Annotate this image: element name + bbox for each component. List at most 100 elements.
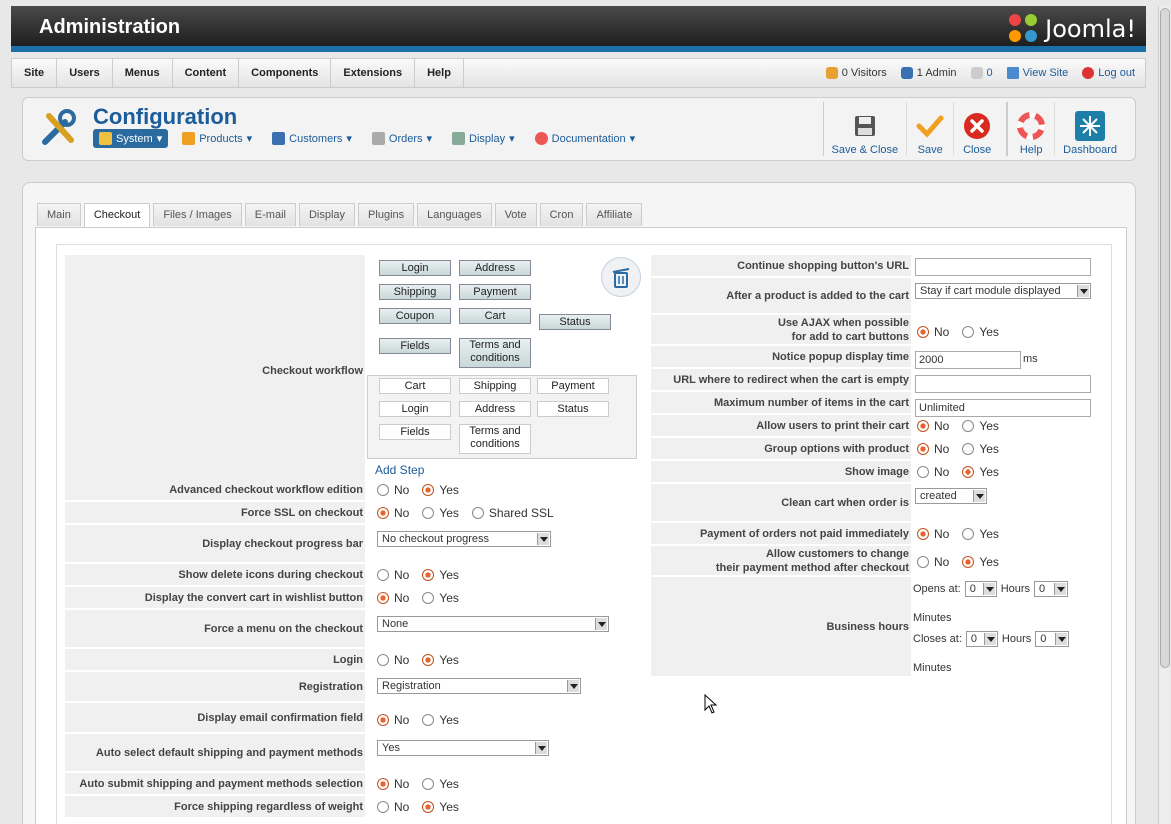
after-add-select[interactable]: Stay if cart module displayed [915,283,1091,299]
save-button[interactable]: Save [906,102,953,156]
group-options-yes[interactable]: Yes [962,442,999,456]
chevron-down-icon [567,680,579,692]
page-scrollbar[interactable] [1158,6,1170,824]
messages-status[interactable]: 0 [970,59,993,87]
change-payment-no[interactable]: No [917,555,949,569]
wf-step-payment[interactable]: Payment [459,284,531,300]
unpaid-orders-yes[interactable]: Yes [962,527,999,541]
tab-plugins[interactable]: Plugins [358,203,415,226]
force-ssl-shared[interactable]: Shared SSL [471,506,554,520]
ajax-yes[interactable]: Yes [962,325,999,339]
advanced-workflow-no[interactable]: No [377,483,409,497]
force-menu-label: Force a menu on the checkout [65,610,365,648]
opens-minute-select[interactable]: 0 [1034,581,1069,597]
save-close-button[interactable]: Save & Close [822,102,907,156]
closes-minute-select[interactable]: 0 [1035,631,1070,647]
login-yes[interactable]: Yes [422,653,459,667]
menu-components[interactable]: Components [239,59,332,87]
subnav-customers[interactable]: Customers ▾ [266,129,358,148]
tab-cron[interactable]: Cron [539,203,584,226]
wf-step-fields[interactable]: Fields [379,338,451,354]
email-confirmation-yes[interactable]: Yes [422,713,459,727]
force-ssl-no[interactable]: No [377,506,409,520]
subnav-documentation[interactable]: Documentation ▾ [529,129,642,148]
logout-link[interactable]: Log out [1082,59,1135,87]
login-no[interactable]: No [377,653,409,667]
tab-display[interactable]: Display [298,203,356,226]
trash-icon[interactable] [601,257,641,297]
auto-submit-yes[interactable]: Yes [422,777,459,791]
add-step-link[interactable]: Add Step [375,463,424,477]
wf-slot-shipping[interactable]: Shipping [459,378,531,394]
delete-icons-no[interactable]: No [377,568,409,582]
help-button[interactable]: Help [1006,102,1054,156]
wf-slot-terms[interactable]: Terms and conditions [459,424,531,454]
menu-menus[interactable]: Menus [113,59,173,87]
continue-url-input[interactable] [915,258,1091,276]
opens-hour-select[interactable]: 0 [964,581,997,597]
email-confirmation-no[interactable]: No [377,713,409,727]
registration-select[interactable]: Registration [377,678,581,694]
view-site-link[interactable]: View Site [1006,59,1068,87]
clean-cart-select[interactable]: created [915,488,987,504]
wf-step-coupon[interactable]: Coupon [379,308,451,324]
print-cart-no[interactable]: No [917,419,949,433]
menu-extensions[interactable]: Extensions [331,59,416,87]
wf-step-shipping[interactable]: Shipping [379,284,451,300]
wf-slot-login[interactable]: Login [379,401,451,417]
advanced-workflow-yes[interactable]: Yes [422,483,459,497]
popup-time-input[interactable]: 2000 [915,351,1021,369]
wf-step-terms[interactable]: Terms and conditions [459,338,531,368]
show-image-yes[interactable]: Yes [962,465,999,479]
print-cart-yes[interactable]: Yes [962,419,999,433]
unpaid-orders-no[interactable]: No [917,527,949,541]
dashboard-button[interactable]: Dashboard [1054,102,1125,156]
tab-affiliate[interactable]: Affiliate [586,203,643,226]
subnav-display[interactable]: Display ▾ [446,129,521,148]
closes-hour-select[interactable]: 0 [965,631,998,647]
auto-submit-no[interactable]: No [377,777,409,791]
tab-languages[interactable]: Languages [417,203,492,226]
menu-content[interactable]: Content [173,59,240,87]
wf-slot-cart[interactable]: Cart [379,378,451,394]
show-image-no[interactable]: No [917,465,949,479]
wf-slot-status[interactable]: Status [537,401,609,417]
tab-vote[interactable]: Vote [494,203,537,226]
change-payment-yes[interactable]: Yes [962,555,999,569]
floppy-icon [850,111,880,141]
group-options-no[interactable]: No [917,442,949,456]
tab-main[interactable]: Main [37,203,81,226]
max-items-input[interactable]: Unlimited [915,399,1091,417]
wf-slot-fields[interactable]: Fields [379,424,451,440]
ajax-no[interactable]: No [917,325,949,339]
wf-step-status[interactable]: Status [539,314,611,330]
menu-help[interactable]: Help [415,59,464,87]
tab-checkout[interactable]: Checkout [83,203,151,227]
wf-step-cart[interactable]: Cart [459,308,531,324]
wf-step-address[interactable]: Address [459,260,531,276]
wf-slot-address[interactable]: Address [459,401,531,417]
config-toolbar: Configuration System ▾ Products ▾ Custom… [22,97,1136,161]
menu-site[interactable]: Site [12,59,58,87]
auto-select-select[interactable]: Yes [377,740,549,756]
close-button[interactable]: Close [953,102,1000,156]
force-shipping-yes[interactable]: Yes [422,800,459,814]
force-shipping-no[interactable]: No [377,800,409,814]
wf-step-login[interactable]: Login [379,260,451,276]
wf-slot-payment[interactable]: Payment [537,378,609,394]
chevron-down-icon [973,490,985,502]
redirect-url-input[interactable] [915,375,1091,393]
delete-icons-yes[interactable]: Yes [422,568,459,582]
tab-files-images[interactable]: Files / Images [153,203,242,226]
wishlist-button-no[interactable]: No [377,591,409,605]
subnav-products[interactable]: Products ▾ [176,129,258,148]
subnav-orders[interactable]: Orders ▾ [366,129,438,148]
force-ssl-yes[interactable]: Yes [422,506,459,520]
wishlist-button-yes[interactable]: Yes [422,591,459,605]
menu-users[interactable]: Users [57,59,113,87]
scrollbar-thumb[interactable] [1160,8,1170,668]
subnav-system[interactable]: System ▾ [93,129,169,148]
progress-bar-select[interactable]: No checkout progress [377,531,551,547]
tab-email[interactable]: E-mail [244,203,296,226]
force-menu-select[interactable]: None [377,616,609,632]
